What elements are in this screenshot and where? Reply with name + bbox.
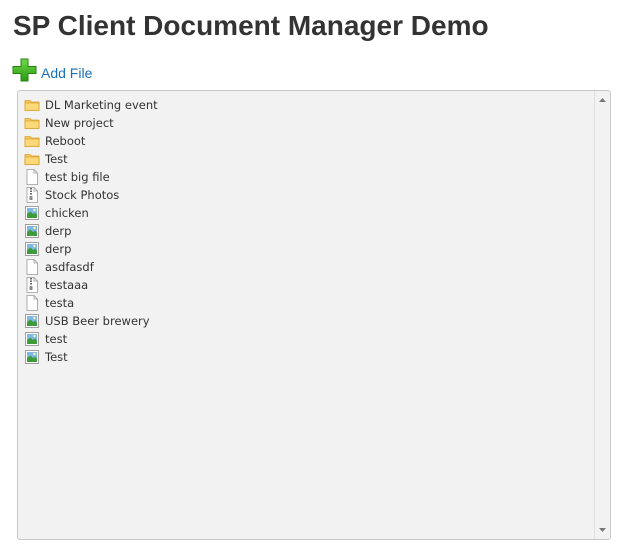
file-list-item[interactable]: test big file	[18, 168, 593, 186]
add-file-button[interactable]: Add File	[12, 56, 92, 82]
add-file-label: Add File	[41, 65, 93, 81]
file-name: testa	[45, 296, 75, 310]
file-list-item[interactable]: asdfasdf	[18, 258, 593, 276]
file-list-item[interactable]: DL Marketing event	[18, 96, 593, 114]
file-icon	[24, 259, 40, 275]
file-list-item[interactable]: New project	[18, 114, 593, 132]
file-name: derp	[45, 242, 72, 256]
file-icon	[24, 169, 40, 185]
image-file-icon	[24, 223, 40, 239]
file-list-item[interactable]: test	[18, 330, 593, 348]
image-file-icon	[24, 349, 40, 365]
folder-icon	[24, 115, 40, 131]
file-name: derp	[45, 224, 72, 238]
file-list-item[interactable]: USB Beer brewery	[18, 312, 593, 330]
file-browser[interactable]: DL Marketing event New project Reboot Test t…	[17, 90, 611, 540]
file-list-item[interactable]: Test	[18, 150, 593, 168]
file-list-item[interactable]: chicken	[18, 204, 593, 222]
file-name: asdfasdf	[45, 260, 94, 274]
image-file-icon	[24, 331, 40, 347]
file-list-item[interactable]: testaaa	[18, 276, 593, 294]
file-name: Reboot	[45, 134, 86, 148]
file-name: New project	[45, 116, 114, 130]
zip-file-icon	[24, 187, 40, 203]
scroll-up-arrow-icon[interactable]	[595, 93, 610, 107]
vertical-scrollbar[interactable]	[594, 91, 610, 539]
image-file-icon	[24, 241, 40, 257]
plus-icon	[12, 58, 37, 82]
page-title: SP Client Document Manager Demo	[13, 10, 489, 41]
image-file-icon	[24, 313, 40, 329]
file-icon	[24, 295, 40, 311]
image-file-icon	[24, 205, 40, 221]
file-list-item[interactable]: Stock Photos	[18, 186, 593, 204]
file-name: DL Marketing event	[45, 98, 158, 112]
file-name: USB Beer brewery	[45, 314, 150, 328]
file-name: test big file	[45, 170, 110, 184]
file-list: DL Marketing event New project Reboot Test t…	[18, 96, 593, 366]
file-name: Test	[45, 152, 68, 166]
file-name: testaaa	[45, 278, 89, 292]
scroll-down-arrow-icon[interactable]	[595, 523, 610, 537]
file-list-item[interactable]: testa	[18, 294, 593, 312]
file-list-item[interactable]: derp	[18, 222, 593, 240]
folder-icon	[24, 97, 40, 113]
folder-icon	[24, 151, 40, 167]
folder-icon	[24, 133, 40, 149]
file-name: chicken	[45, 206, 89, 220]
file-name: test	[45, 332, 68, 346]
file-name: Test	[45, 350, 68, 364]
file-list-item[interactable]: derp	[18, 240, 593, 258]
file-list-item[interactable]: Test	[18, 348, 593, 366]
file-list-item[interactable]: Reboot	[18, 132, 593, 150]
zip-file-icon	[24, 277, 40, 293]
file-name: Stock Photos	[45, 188, 120, 202]
